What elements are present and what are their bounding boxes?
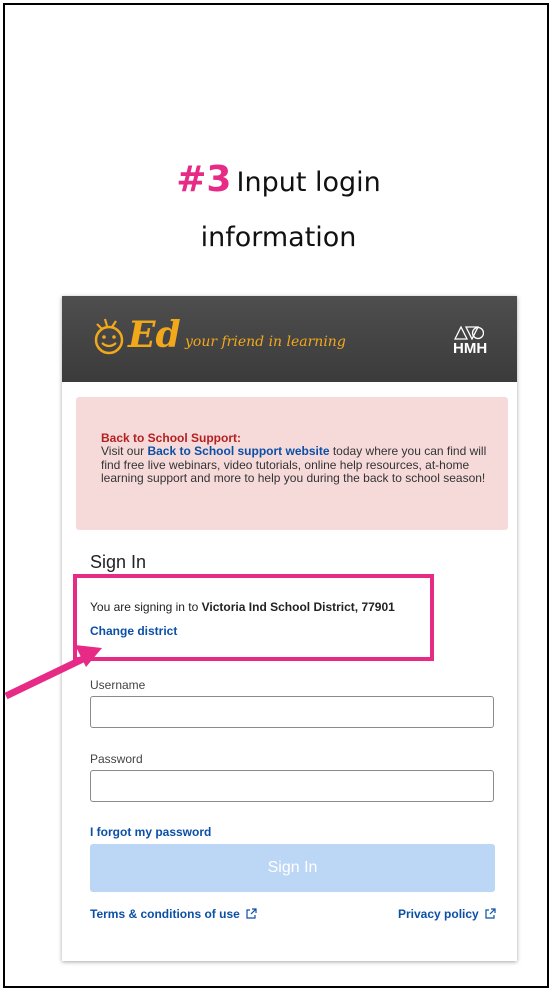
password-field[interactable]	[90, 770, 494, 802]
terms-link[interactable]: Terms & conditions of use	[90, 907, 257, 921]
support-alert: Back to School Support: Visit our Back t…	[76, 397, 508, 530]
step-text-line2: information	[200, 222, 357, 253]
privacy-label: Privacy policy	[398, 907, 479, 921]
alert-body-prefix: Visit our	[101, 444, 148, 458]
support-website-link[interactable]: Back to School support website	[147, 444, 329, 458]
username-field[interactable]	[90, 696, 494, 728]
hmh-logo-icon	[454, 326, 484, 340]
terms-label: Terms & conditions of use	[90, 907, 240, 921]
sun-smile-icon	[94, 318, 124, 355]
external-link-icon	[485, 908, 496, 919]
step-heading: #3 Input login	[0, 150, 557, 216]
signin-title: Sign In	[90, 552, 147, 572]
forgot-password-link[interactable]: I forgot my password	[90, 825, 211, 839]
vendor-logo-text: HMH	[453, 340, 488, 357]
brand-tagline: your friend in learning	[185, 334, 346, 350]
external-link-icon	[246, 908, 257, 919]
username-label: Username	[90, 678, 146, 692]
alert-body: Visit our Back to School support website…	[101, 444, 501, 486]
alert-title: Back to School Support:	[101, 431, 242, 445]
step-text: Input login	[236, 167, 381, 198]
sign-in-button[interactable]: Sign In	[90, 844, 495, 892]
privacy-link[interactable]: Privacy policy	[398, 907, 496, 921]
district-highlight-box	[73, 574, 434, 661]
step-number: #3	[176, 159, 232, 200]
brand-logo-text: Ed	[128, 314, 181, 356]
password-label: Password	[90, 752, 143, 766]
app-header: Ed your friend in learning HMH	[62, 296, 517, 382]
